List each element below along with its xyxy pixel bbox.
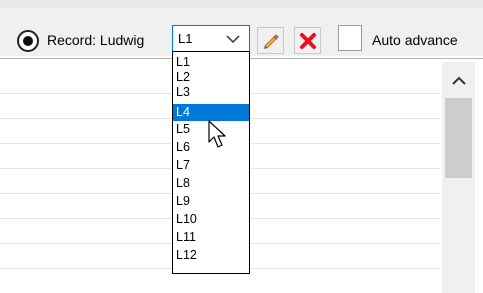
scrollbar-thumb[interactable] — [445, 98, 472, 178]
radio-dot — [23, 36, 33, 46]
pencil-icon — [264, 34, 279, 49]
record-label[interactable]: Record: Ludwig — [47, 32, 144, 48]
auto-advance-checkbox[interactable] — [338, 25, 362, 51]
chevron-up-icon — [452, 76, 466, 85]
dropdown-option-l12[interactable]: L12 — [173, 248, 249, 263]
toolbar: Record: Ludwig L1 Auto advance — [0, 0, 483, 56]
chevron-down-icon — [226, 35, 240, 44]
mouse-pointer-icon — [208, 120, 226, 148]
record-radio-button[interactable] — [17, 30, 39, 52]
dropdown-option-l11[interactable]: L11 — [173, 230, 249, 245]
dropdown-option-l2[interactable]: L2 — [173, 70, 249, 85]
dropdown-option-l4[interactable]: L4 — [173, 104, 249, 121]
delete-button[interactable] — [294, 27, 321, 54]
scroll-up-button[interactable] — [442, 68, 475, 94]
vertical-scrollbar[interactable] — [442, 62, 475, 293]
level-combobox[interactable]: L1 — [172, 25, 250, 52]
combobox-value: L1 — [178, 31, 193, 46]
dropdown-option-l7[interactable]: L7 — [173, 158, 249, 173]
dropdown-option-l9[interactable]: L9 — [173, 194, 249, 209]
toolbar-top-strip — [0, 0, 483, 8]
auto-advance-label[interactable]: Auto advance — [372, 32, 458, 48]
edit-button[interactable] — [257, 27, 284, 54]
level-dropdown-list: L1 L2 L3 L4 L5 L6 L7 L8 L9 L10 L11 L12 — [172, 51, 250, 274]
red-x-icon — [300, 33, 316, 49]
dropdown-option-l8[interactable]: L8 — [173, 176, 249, 191]
dropdown-option-l3[interactable]: L3 — [173, 85, 249, 100]
dropdown-option-l10[interactable]: L10 — [173, 212, 249, 227]
dropdown-option-l1[interactable]: L1 — [173, 55, 249, 70]
